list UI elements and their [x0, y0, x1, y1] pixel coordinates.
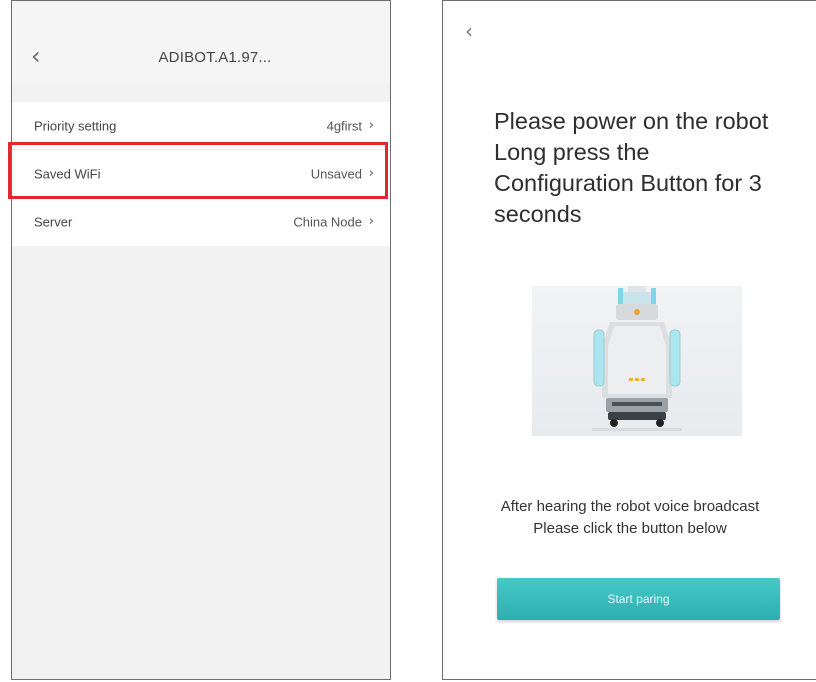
power-on-instruction: Please power on the robot Long press the… [494, 106, 814, 230]
settings-list: Priority setting 4gfirst › Saved WiFi Un… [12, 102, 390, 246]
setting-row-priority[interactable]: Priority setting 4gfirst › [12, 102, 390, 150]
instruction-line: Configuration Button for 3 [494, 170, 762, 196]
hint-line: After hearing the robot voice broadcast [500, 498, 760, 515]
instruction-line: seconds [494, 201, 582, 227]
hint-line: Please click the button below [533, 520, 727, 537]
chevron-right-icon: › [368, 117, 374, 133]
robot-icon [592, 286, 682, 431]
after-broadcast-hint: After hearing the robot voice broadcast … [443, 496, 816, 540]
pairing-screen: ‹ Please power on the robot Long press t… [442, 0, 816, 680]
start-pairing-button[interactable]: Start paring [497, 578, 780, 620]
instruction-line: Please power on the robot [494, 108, 769, 134]
setting-value: China Node [293, 214, 362, 230]
chevron-right-icon: › [368, 165, 374, 181]
nav-header: ‹ ADIBOT.A1.97... [12, 1, 390, 85]
page-title: ADIBOT.A1.97... [158, 49, 272, 66]
setting-row-server[interactable]: Server China Node › [12, 198, 390, 246]
setting-label: Saved WiFi [34, 166, 101, 181]
chevron-right-icon: › [368, 214, 374, 230]
setting-value: Unsaved [310, 166, 362, 181]
setting-label: Server [34, 214, 73, 230]
device-settings-screen: ‹ ADIBOT.A1.97... Priority setting 4gfir… [11, 0, 391, 680]
setting-label: Priority setting [34, 118, 117, 133]
back-chevron-icon[interactable]: ‹ [465, 21, 473, 41]
setting-value: 4gfirst [326, 118, 362, 133]
setting-row-saved-wifi[interactable]: Saved WiFi Unsaved › [12, 150, 390, 198]
robot-illustration [532, 286, 742, 436]
instruction-line: Long press the [494, 139, 650, 165]
